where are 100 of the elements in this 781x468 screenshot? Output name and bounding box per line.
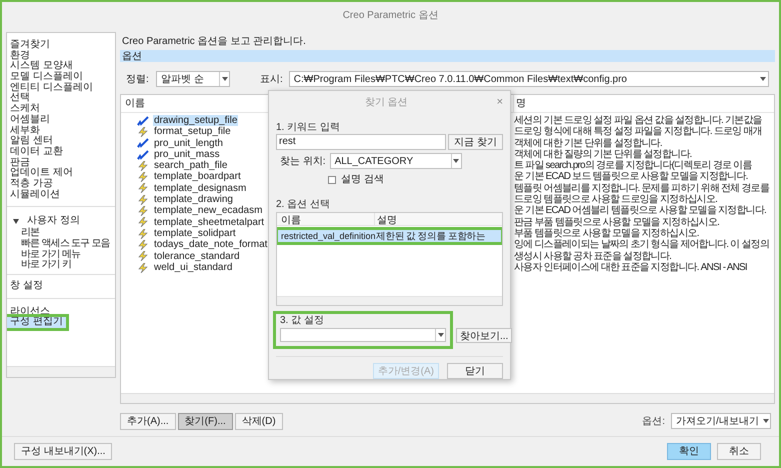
ok-button[interactable]: 확인 [667,443,711,460]
sidebar-item[interactable]: 구성 편집기 [7,317,66,328]
option-description: 템플릿 어셈블리를 지정합니다. 문제를 피하기 위해 전체 경로를 [514,182,770,194]
dropdown-arrow-icon [762,419,770,423]
sidebar-item[interactable]: 환경 [7,50,115,62]
lightning-icon [137,183,149,194]
sidebar-item[interactable]: 바로 가기 키 [7,260,115,272]
sidebar-item[interactable]: 사용자 정의 [27,216,80,227]
dropdown-arrow-icon [219,72,229,86]
section-label: 1. 키워드 입력 [276,121,341,132]
dropdown-arrow-icon [435,329,445,341]
option-description: 세션의 기본 드로잉 설정 파일 옵션 값을 설정합니다. 기본값을 [514,115,763,126]
action-button[interactable]: 찾기(F)... [178,412,233,430]
lightning-icon [137,228,149,239]
option-description: 드로잉 템플릿으로 사용할 드로잉을 지정하십시오. [514,194,718,206]
lightning-icon [137,194,149,205]
option-name[interactable]: template_designasm [153,182,248,194]
dialog-title: 찾기 옵션 [364,96,409,110]
option-name[interactable]: format_setup_file [153,126,232,138]
dialog-button[interactable]: 닫기 [447,363,503,379]
sidebar-item[interactable]: 업데이트 제어 [7,168,115,179]
option-name[interactable]: todays_date_note_format [153,239,268,251]
sidebar-item[interactable]: 시뮬레이션 [7,190,115,200]
option-description: 운 기본 ECAD 보드 템플릿으로 사용할 모델을 지정합니다. [514,171,749,183]
lightning-icon [137,251,149,262]
option-description: 객체에 대한 질량의 기본 단위를 설정합니다. [514,148,692,160]
check-pen-icon [137,116,149,126]
cancel-button[interactable]: 취소 [717,443,761,460]
sidebar-item[interactable]: 스케처 [7,104,115,115]
path-dropdown[interactable]: C:₩Program Files₩PTC₩Creo 7.0.11.0₩Common Files₩text₩config.pro [288,71,769,87]
sidebar-item[interactable]: 빠른 액세스 도구 모음 [7,239,115,250]
option-name[interactable]: drawing_setup_file [153,115,238,126]
option-description: 생성시 사용할 공차 표준을 설정합니다. [514,250,672,262]
option-name[interactable]: template_solidpart [153,228,237,240]
option-description: 드로잉 형식에 대해 특정 설정 파일을 지정합니다. 드로잉 매개 [514,126,763,138]
sidebar-item[interactable]: 판금 [7,158,115,168]
option-name[interactable]: tolerance_standard [153,250,241,262]
sidebar-item[interactable]: 리본 [7,228,115,239]
sort-dropdown[interactable]: 알파벳 순 [156,71,230,87]
checkbox[interactable] [328,176,336,184]
header-text: Creo Parametric 옵션을 보고 관리합니다. [122,34,306,48]
horizontal-scrollbar[interactable] [7,366,115,377]
sidebar-item[interactable]: 선택 [7,93,115,104]
sidebar-item[interactable]: 데이터 교환 [7,146,115,158]
option-name[interactable]: pro_unit_mass [153,148,221,160]
sidebar-item[interactable]: 적층 가공 [7,178,115,190]
option-description: 트 파일 search.pro의 경로를 지정합니다(디렉토리 경로 이름 [514,160,753,172]
action-button[interactable]: 추가(A)... [120,412,176,430]
sidebar-item[interactable]: 엔티티 디스플레이 [7,82,115,94]
window-title: Creo Parametric 옵션 [342,9,438,23]
option-description: 판금 부품 템플릿으로 사용할 모델을 지정하십시오. [514,216,720,228]
lightning-icon [137,172,149,182]
expand-triangle-icon[interactable] [13,218,19,224]
location-dropdown[interactable]: ALL_CATEGORY [330,153,462,170]
lightning-icon [137,217,149,228]
action-button[interactable]: 삭제(D) [234,412,283,430]
option-name[interactable]: pro_unit_length [153,138,224,149]
sidebar-item[interactable]: 모델 디스플레이 [7,72,115,83]
column-header[interactable]: 이름 [277,213,374,226]
check-pen-icon [137,150,149,160]
column-header[interactable]: 설명 [374,213,502,226]
option-description: 부품 템플릿으로 사용할 모델을 지정하십시오. [514,228,700,240]
value-field[interactable] [280,328,446,342]
sidebar-item[interactable]: 바로 가기 메뉴 [7,250,115,260]
check-pen-icon [137,138,149,148]
option-name[interactable]: template_new_ecadasm [153,205,264,217]
option-description: 객체에 대한 기본 단위를 설정합니다. [514,138,663,149]
option-name[interactable]: template_sheetmetalpart [153,216,266,228]
result-row[interactable]: restricted_val_definition제한된 값 정의를 포함하는 [278,230,501,242]
sidebar-item[interactable]: 창 설정 [7,281,115,292]
location-label: 찾는 위치: [280,154,326,169]
column-header[interactable]: 명 [513,95,774,112]
option-name[interactable]: template_boardpart [153,171,242,183]
section-label: 2. 옵션 선택 [276,198,331,210]
option-name[interactable]: weld_ui_standard [153,262,234,274]
sidebar-item[interactable]: 알림 센터 [7,136,115,147]
horizontal-scrollbar[interactable] [121,393,774,403]
lightning-icon [137,206,149,216]
lightning-icon [137,262,149,272]
browse-button[interactable]: 찾아보기... [456,328,512,342]
options-dropdown[interactable]: 가져오기/내보내기 [671,413,771,429]
section-label: 3. 값 설정 [280,314,325,328]
export-config-button[interactable]: 구성 내보내기(X)... [14,443,112,460]
keyword-field[interactable]: rest [276,134,446,150]
lightning-icon [137,240,149,250]
option-name[interactable]: template_drawing [153,194,234,206]
sidebar-item[interactable]: 즐겨찾기 [7,40,115,51]
sidebar-item[interactable]: 세부화 [7,126,115,136]
sidebar-item[interactable]: 어셈블리 [7,114,115,126]
lightning-icon [137,160,149,171]
checkbox-label: 설명 검색 [341,173,384,188]
dropdown-arrow-icon [450,154,461,168]
sort-label: 정렬: [126,72,150,86]
option-name[interactable]: search_path_file [153,160,228,172]
sidebar-item[interactable]: 시스템 모양새 [7,61,115,72]
section-title: 옵션 [122,50,142,64]
option-description: 잉에 디스플레이되는 날짜의 초기 형식을 제어합니다. 이 설정의 [514,239,770,251]
horizontal-scrollbar[interactable] [277,296,502,305]
option-description: 운 기본 ECAD 어셈블리 템플릿으로 사용할 모델을 지정합니다. [514,205,768,217]
find-now-button[interactable]: 지금 찾기 [448,134,503,150]
